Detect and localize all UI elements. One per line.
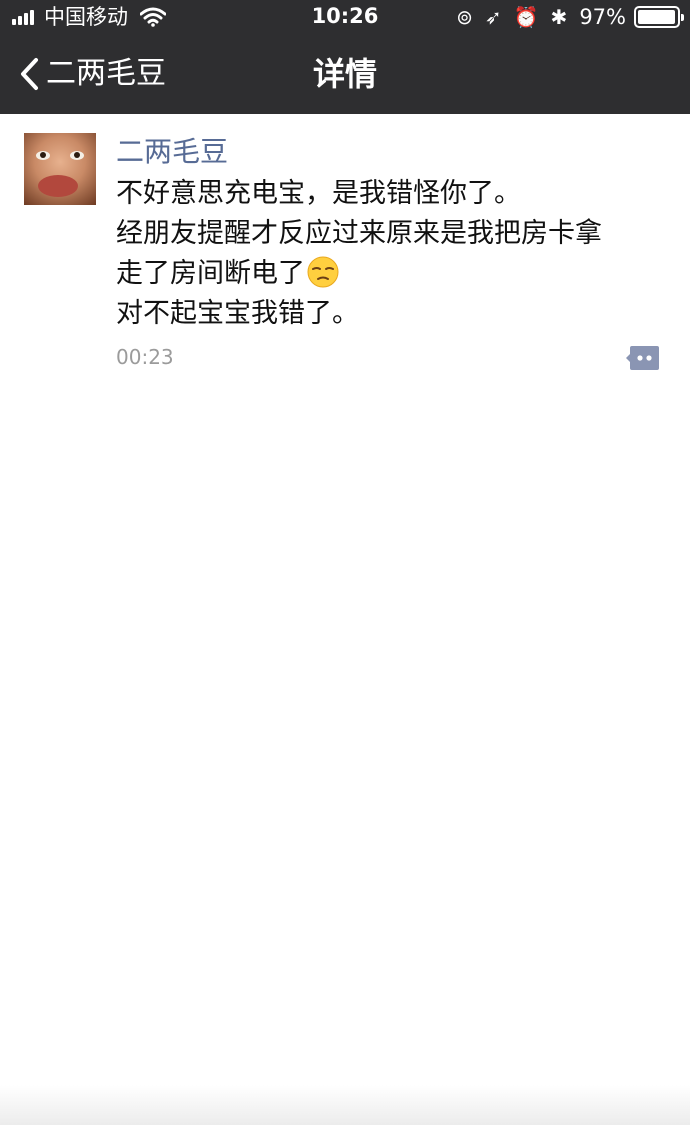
bluetooth-icon: ✱ [550,5,568,29]
nav-bar: 二两毛豆 详情 [0,34,690,114]
battery-icon [634,6,684,28]
comment-icon[interactable] [626,345,660,371]
post-line: 对不起宝宝我错了。 [116,298,359,329]
avatar-eye [70,151,84,160]
post-time: 00:23 [116,345,174,369]
post-line-with-emoji: 走了房间断电了 [116,254,676,294]
post-text: 不好意思充电宝，是我错怪你了。 经朋友提醒才反应过来原来是我把房卡拿 走了房间断… [116,174,676,334]
status-bar: 中国移动 10:26 ⊚ ➶ ⏰ ✱ 97% [0,0,690,34]
battery-fill [638,10,675,24]
post-line: 经朋友提醒才反应过来原来是我把房卡拿 [116,218,602,249]
status-right: ⊚ ➶ ⏰ ✱ 97% [456,4,684,30]
bottom-fade [0,1085,690,1125]
author-name[interactable]: 二两毛豆 [116,134,228,170]
avatar-eye [36,151,50,160]
post-line: 不好意思充电宝，是我错怪你了。 [116,178,521,209]
avatar[interactable] [24,133,96,205]
post-line: 走了房间断电了 [116,258,305,289]
unamused-face-emoji [307,256,339,288]
avatar-lips [38,175,78,197]
page-title: 详情 [312,55,377,93]
alarm-icon: ⏰ [513,5,539,29]
orientation-lock-icon: ⊚ [456,5,473,29]
battery-percent: 97% [579,5,626,29]
location-icon: ➶ [484,5,502,29]
